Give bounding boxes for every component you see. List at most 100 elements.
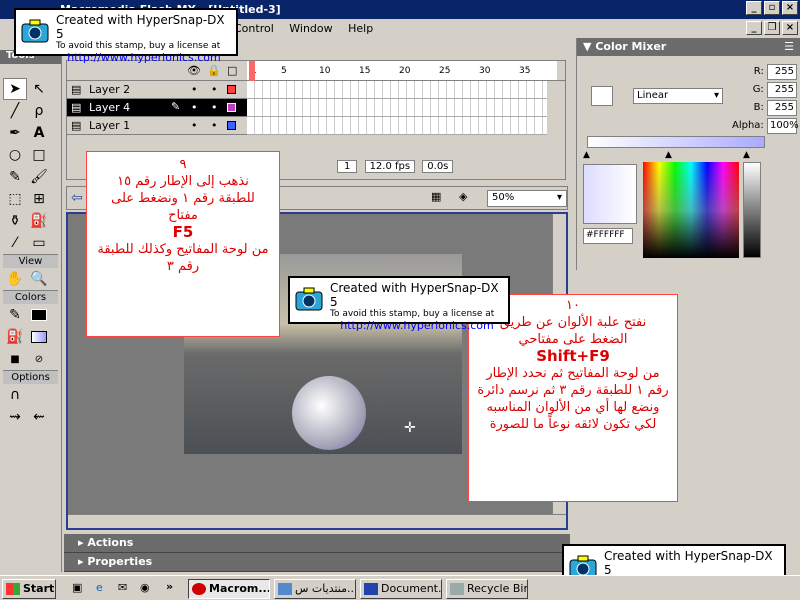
zoom-tool-icon[interactable]: 🔍	[27, 268, 51, 290]
visibility-dot[interactable]: •	[191, 83, 198, 96]
gradient-bar[interactable]	[587, 136, 765, 148]
paint-bucket-tool-icon[interactable]: ⛽	[27, 210, 51, 232]
task-flash[interactable]: Macrom...	[188, 579, 270, 599]
free-transform-tool-icon[interactable]: ⬚	[3, 188, 27, 210]
close-button[interactable]: ×	[782, 1, 798, 15]
doc-close-button[interactable]: ×	[782, 21, 798, 35]
visibility-dot[interactable]: •	[191, 101, 198, 114]
instruction-line: نذهب إلى الإطار رقم ١٥	[117, 174, 249, 189]
ruler-tick: 10	[319, 66, 331, 76]
gradient-pointer-mid[interactable]: ▲	[665, 150, 672, 160]
layer-row[interactable]: ▤ Layer 1 • •	[67, 117, 547, 135]
stroke-swatch[interactable]	[591, 86, 613, 106]
windows-logo-icon	[6, 583, 20, 595]
eraser-tool-icon[interactable]: ▭	[27, 232, 51, 254]
layer-frames[interactable]	[247, 117, 547, 135]
ink-bottle-tool-icon[interactable]: ⚱	[3, 210, 27, 232]
actions-panel-header[interactable]: ▸ Actions	[64, 534, 570, 553]
gradient-circle[interactable]	[292, 376, 366, 450]
snap-magnet-icon[interactable]: ∩	[3, 384, 27, 406]
hand-tool-icon[interactable]: ✋	[3, 268, 27, 290]
ruler-tick: 30	[479, 66, 491, 76]
eyedropper-tool-icon[interactable]: ⁄	[3, 232, 27, 254]
panel-menu-icon[interactable]: ☰	[784, 40, 794, 53]
lock-dot[interactable]: •	[211, 83, 218, 96]
collapse-arrow-icon: ▼	[583, 40, 592, 53]
back-arrow-icon[interactable]: ⇦	[71, 190, 83, 206]
b-input[interactable]: 255	[767, 100, 797, 116]
rectangle-tool-icon[interactable]: □	[27, 144, 51, 166]
alpha-input[interactable]: 100%	[767, 118, 799, 134]
fill-color-icon[interactable]: ⛽	[3, 326, 27, 348]
lasso-tool-icon[interactable]: ρ	[27, 100, 51, 122]
pencil-tool-icon[interactable]: ✎	[3, 166, 27, 188]
fill-transform-tool-icon[interactable]: ⊞	[27, 188, 51, 210]
layer-frames[interactable]	[247, 81, 547, 99]
layer-row-selected[interactable]: ▤ Layer 4 ✎ • •	[67, 99, 547, 117]
hex-input[interactable]: #FFFFFF	[583, 228, 633, 244]
zoom-select[interactable]: 50% ▾	[487, 190, 567, 207]
document-controls: _ ❐ ×	[572, 19, 800, 38]
brush-tool-icon[interactable]: 🖌	[27, 166, 51, 188]
default-colors-icon[interactable]: ■	[3, 348, 27, 370]
menu-help[interactable]: Help	[342, 19, 379, 38]
properties-panel-header[interactable]: ▸ Properties	[64, 553, 570, 572]
frame-ruler[interactable]: 1 5 10 15 20 25 30 35	[247, 61, 557, 81]
edit-symbols-icon[interactable]: ▦	[431, 190, 441, 203]
layer-color-swatch[interactable]	[227, 85, 236, 94]
task-label: Document...	[381, 582, 442, 595]
color-mixer-title: Color Mixer	[595, 40, 667, 53]
doc-minimize-button[interactable]: _	[746, 21, 762, 35]
stroke-color-swatch[interactable]	[27, 304, 51, 326]
layer-color-swatch[interactable]	[227, 121, 236, 130]
window-controls: _ ▫ ×	[746, 1, 798, 15]
chevron-right-icon[interactable]: »	[166, 580, 173, 593]
r-input[interactable]: 255	[767, 64, 797, 80]
visibility-dot[interactable]: •	[191, 119, 198, 132]
gradient-pointer-left[interactable]: ▲	[583, 150, 590, 160]
pen-tool-icon[interactable]: ✒	[3, 122, 27, 144]
smooth-icon[interactable]: ⇝	[3, 406, 27, 428]
task-document[interactable]: Document...	[360, 579, 442, 599]
eye-icon[interactable]: 👁	[187, 64, 201, 77]
brightness-slider[interactable]	[743, 162, 761, 258]
line-tool-icon[interactable]: ╱	[3, 100, 27, 122]
straighten-icon[interactable]: ⇜	[27, 406, 51, 428]
color-spectrum[interactable]	[643, 162, 739, 258]
edit-scene-icon[interactable]: ◈	[459, 190, 467, 203]
fill-color-swatch[interactable]	[27, 326, 51, 348]
text-tool-icon[interactable]: A	[27, 122, 51, 144]
g-input[interactable]: 255	[767, 82, 797, 98]
ruler-tick: 15	[359, 66, 371, 76]
layer-color-swatch[interactable]	[227, 103, 236, 112]
quicklaunch-desktop-icon[interactable]: ▣	[72, 581, 82, 594]
outline-icon[interactable]: □	[227, 64, 237, 77]
quicklaunch-outlook-icon[interactable]: ✉	[118, 581, 127, 594]
quicklaunch-ie-icon[interactable]: e	[96, 581, 103, 594]
start-button[interactable]: Start	[2, 579, 56, 599]
gradient-pointer-right[interactable]: ▲	[743, 150, 750, 160]
camera-icon	[294, 284, 324, 312]
layer-row[interactable]: ▤ Layer 2 • •	[67, 81, 547, 99]
maximize-button[interactable]: ▫	[764, 1, 780, 15]
layer-frames[interactable]	[247, 99, 547, 117]
doc-restore-button[interactable]: ❐	[764, 21, 780, 35]
playhead[interactable]	[249, 61, 255, 81]
color-mixer-header[interactable]: ▼ Color Mixer ☰	[577, 38, 800, 56]
stroke-color-icon[interactable]: ✎	[3, 304, 27, 326]
oval-tool-icon[interactable]: ○	[3, 144, 27, 166]
lock-dot[interactable]: •	[211, 119, 218, 132]
instruction-line: لكي تكون لائقه نوعاً ما للصورة	[489, 417, 657, 432]
lock-dot[interactable]: •	[211, 101, 218, 114]
task-recycle-bin[interactable]: Recycle Bin	[446, 579, 528, 599]
subselect-tool-icon[interactable]: ↖	[27, 78, 51, 100]
no-color-icon[interactable]: ⊘	[27, 348, 51, 370]
minimize-button[interactable]: _	[746, 1, 762, 15]
menu-window[interactable]: Window	[283, 19, 338, 38]
lock-icon[interactable]: 🔒	[207, 64, 221, 77]
horizontal-scrollbar[interactable]	[68, 514, 566, 528]
task-browser[interactable]: منتديات س...	[274, 579, 356, 599]
arrow-tool-icon[interactable]: ➤	[3, 78, 27, 100]
frame-rate: 12.0 fps	[364, 160, 416, 173]
quicklaunch-media-icon[interactable]: ◉	[140, 581, 150, 594]
